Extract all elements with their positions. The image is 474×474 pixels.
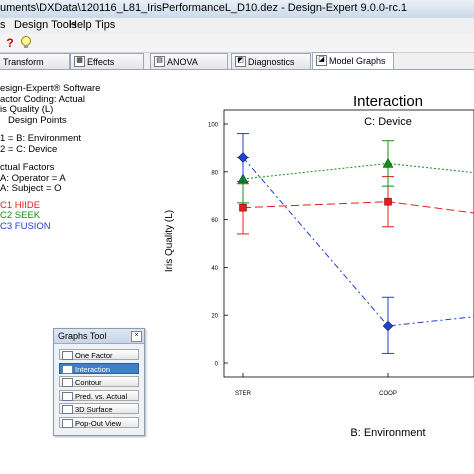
data-point-c1-hiide (239, 203, 247, 212)
graphs-tool-button-label: Interaction (75, 364, 111, 374)
3d-surface-icon (62, 405, 73, 414)
interaction-icon (62, 364, 73, 374)
data-point-c1-hiide (384, 197, 392, 206)
x-axis-label: B: Environment (350, 427, 425, 439)
graphs-tool-contour-button[interactable]: Contour (59, 376, 139, 387)
graphs-tool-button-label: Pop-Out View (75, 418, 122, 428)
series-line-c1-hiide (242, 201, 474, 214)
data-point-c3-fusion (382, 320, 394, 332)
graphs-tool-pred-vs-actual-button[interactable]: Pred. vs. Actual (59, 389, 139, 401)
y-tick-label: 80 (211, 170, 218, 176)
graphs-tool-interaction-button[interactable]: Interaction (59, 362, 139, 374)
close-icon[interactable]: × (131, 331, 142, 342)
y-tick-label: 0 (215, 362, 219, 368)
graphs-tool-panel: Graphs Tool × One Factor Interaction Conto… (53, 328, 145, 436)
y-tick-label: 40 (211, 266, 218, 272)
chart-subtitle: C: Device (364, 116, 412, 128)
graphs-tool-button-label: Contour (75, 378, 102, 387)
one-factor-icon (62, 351, 73, 360)
y-tick-label: 60 (211, 218, 218, 224)
data-point-c2-seek (382, 157, 394, 168)
contour-icon (62, 378, 73, 387)
series-line-c3-fusion (242, 157, 474, 327)
graphs-tool-button-label: One Factor (75, 351, 113, 360)
series-line-c2-seek (242, 162, 474, 180)
y-tick-label: 20 (211, 314, 218, 320)
y-tick-label: 100 (208, 123, 219, 129)
graphs-tool-pop-out-view-button[interactable]: Pop-Out View (59, 416, 139, 428)
pred-vs-actual-icon (62, 391, 73, 401)
x-tick-label: COOP (379, 391, 397, 397)
x-tick-label: STER (235, 391, 252, 397)
plot-area (223, 109, 474, 378)
chart-title: Interaction (353, 93, 423, 110)
y-axis-label: Iris Quality (L) (164, 210, 175, 272)
graphs-tool-button-label: 3D Surface (75, 405, 113, 414)
pop-out-view-icon (62, 418, 73, 428)
graphs-tool-button-label: Pred. vs. Actual (75, 391, 128, 401)
graphs-tool-3d-surface-button[interactable]: 3D Surface (59, 403, 139, 414)
graphs-tool-one-factor-button[interactable]: One Factor (59, 349, 139, 360)
